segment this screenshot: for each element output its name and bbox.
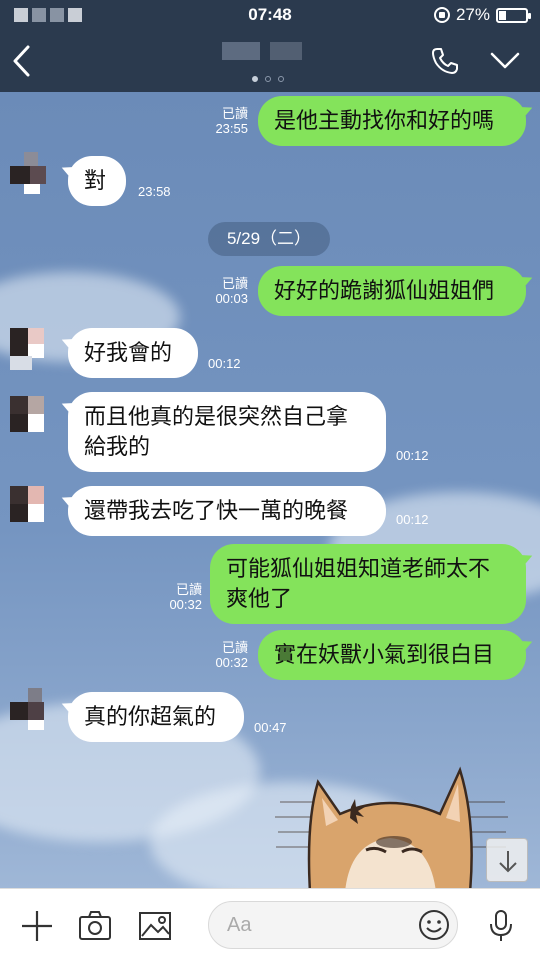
- message-bubble-incoming[interactable]: 而且他真的是很突然自己拿 給我的: [68, 392, 386, 472]
- avatar[interactable]: [10, 328, 46, 370]
- message-time: 23:58: [138, 184, 171, 199]
- read-receipt: 已讀: [221, 640, 248, 655]
- page-indicator: [252, 76, 284, 82]
- message-time: 00:03: [215, 291, 248, 306]
- phone-icon[interactable]: [430, 46, 460, 76]
- camera-icon[interactable]: [78, 909, 112, 943]
- read-receipt: 已讀: [221, 106, 248, 121]
- avatar[interactable]: [10, 396, 46, 436]
- message-bubble-incoming[interactable]: 好我會的: [68, 328, 198, 378]
- scroll-down-button[interactable]: [486, 838, 528, 882]
- message-time: 00:32: [215, 655, 248, 670]
- microphone-icon[interactable]: [486, 909, 516, 943]
- battery-percent: 27%: [455, 5, 490, 24]
- message-time: 00:12: [208, 356, 241, 371]
- chat-title-redacted[interactable]: [222, 42, 302, 60]
- rotation-lock-icon: [433, 7, 450, 23]
- read-receipt: 已讀: [175, 582, 202, 597]
- message-bubble-outgoing[interactable]: 好好的跪謝狐仙姐姐們: [258, 266, 526, 316]
- arrow-down-icon: [499, 851, 517, 873]
- back-icon[interactable]: [10, 44, 34, 78]
- image-icon[interactable]: [138, 909, 172, 943]
- chat-header: [0, 30, 540, 92]
- emoji-icon[interactable]: [418, 909, 450, 941]
- battery-icon: [496, 7, 531, 23]
- message-bubble-incoming[interactable]: 還帶我去吃了快一萬的晚餐: [68, 486, 386, 536]
- chat-area[interactable]: 已讀 23:55 是他主動找你和好的嗎 對 23:58 5/29（二） 已讀 0…: [0, 92, 540, 888]
- message-bubble-incoming[interactable]: 對: [68, 156, 126, 206]
- message-time: 00:32: [169, 597, 202, 612]
- message-bubble-outgoing[interactable]: 可能狐仙姐姐知道老師太不 爽他了: [210, 544, 526, 624]
- chevron-down-icon[interactable]: [490, 50, 520, 72]
- read-receipt: 已讀: [221, 276, 248, 291]
- message-bubble-incoming[interactable]: 真的你超氣的: [68, 692, 244, 742]
- input-bar: Aa: [0, 888, 540, 960]
- message-time: 23:55: [215, 121, 248, 136]
- avatar[interactable]: [10, 486, 46, 526]
- message-time: 00:12: [396, 448, 429, 463]
- status-bar: 07:48 27%: [0, 0, 540, 30]
- message-time: 00:12: [396, 512, 429, 527]
- avatar[interactable]: [10, 152, 46, 194]
- date-separator: 5/29（二）: [208, 222, 330, 256]
- message-time: 00:47: [254, 720, 287, 735]
- plus-icon[interactable]: [20, 909, 54, 943]
- avatar[interactable]: [10, 688, 46, 730]
- message-bubble-outgoing[interactable]: 是他主動找你和好的嗎: [258, 96, 526, 146]
- shiba-sticker[interactable]: [270, 762, 510, 888]
- message-bubble-outgoing[interactable]: 實在妖獸小氣到很白目: [258, 630, 526, 680]
